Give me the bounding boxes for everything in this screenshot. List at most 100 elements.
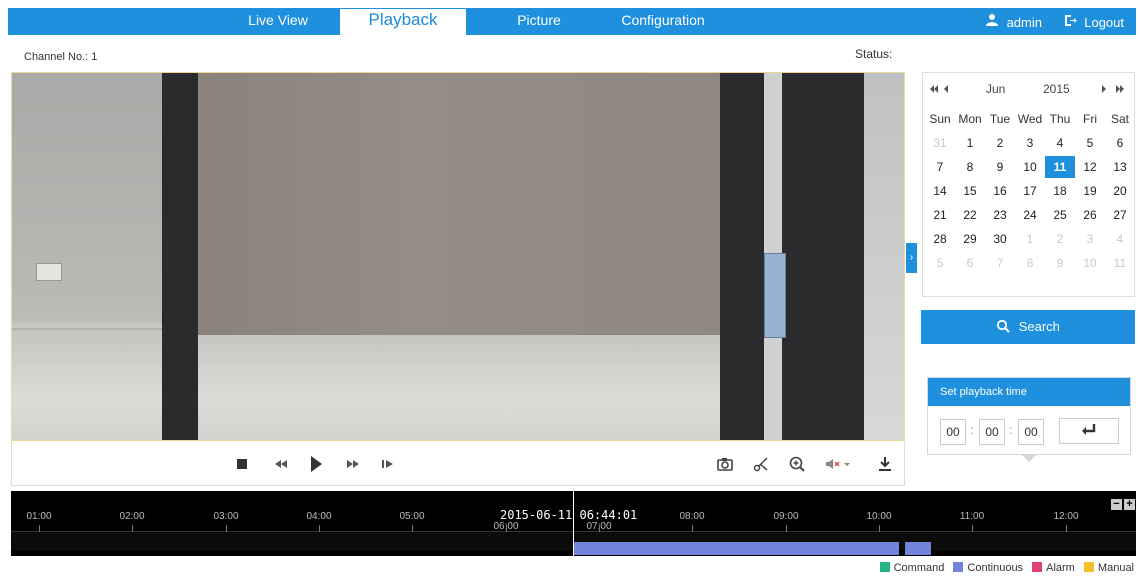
legend-label: Continuous [967, 562, 1024, 574]
calendar-day[interactable]: 5 [1075, 136, 1105, 150]
calendar-day[interactable]: 28 [925, 232, 955, 246]
calendar-day[interactable]: 12 [1075, 160, 1105, 174]
calendar-day[interactable]: 16 [985, 184, 1015, 198]
video-scene-back-wall [202, 73, 732, 343]
timeline-tick [1066, 525, 1067, 532]
rewind-icon[interactable] [272, 454, 290, 480]
calendar-day[interactable]: 20 [1105, 184, 1135, 198]
calendar-day[interactable]: 25 [1045, 208, 1075, 222]
timeline-cursor[interactable] [573, 491, 574, 556]
collapse-panel-toggle[interactable]: › [906, 243, 917, 273]
calendar-day-selected[interactable]: 11 [1045, 156, 1075, 178]
tab-playback[interactable]: Playback [340, 9, 466, 35]
zoom-out-icon[interactable]: − [1111, 499, 1122, 510]
calendar-day[interactable]: 10 [1015, 160, 1045, 174]
continuous-recording-segment[interactable] [905, 542, 931, 555]
calendar-day[interactable]: 3 [1075, 232, 1105, 246]
calendar-year[interactable]: 2015 [1043, 82, 1070, 96]
calendar-day[interactable]: 7 [925, 160, 955, 174]
calendar-day[interactable]: 13 [1105, 160, 1135, 174]
calendar-day[interactable]: 22 [955, 208, 985, 222]
next-month-icon[interactable] [1101, 83, 1107, 97]
playback-timeline[interactable]: 2015-06-11 06:44:01 − + 01:00 02:00 03:0… [11, 491, 1136, 556]
calendar-day[interactable]: 4 [1105, 232, 1135, 246]
calendar-day[interactable]: 9 [985, 160, 1015, 174]
zoom-in-icon[interactable] [788, 454, 806, 480]
next-year-icon[interactable] [1115, 83, 1125, 97]
calendar-day[interactable]: 26 [1075, 208, 1105, 222]
stop-icon[interactable] [236, 454, 248, 480]
calendar-day[interactable]: 8 [955, 160, 985, 174]
calendar-day[interactable]: 11 [1105, 256, 1135, 270]
timeline-tick [972, 525, 973, 532]
fast-forward-icon[interactable] [344, 454, 362, 480]
tab-configuration[interactable]: Configuration [598, 8, 728, 35]
calendar-day[interactable]: 29 [955, 232, 985, 246]
set-playback-time-panel: Set playback time 00 : 00 : 00 [927, 377, 1131, 455]
video-scene-pillar [162, 73, 198, 440]
calendar-day[interactable]: 18 [1045, 184, 1075, 198]
panel-pointer [1021, 454, 1037, 462]
tab-picture[interactable]: Picture [498, 8, 580, 35]
calendar-day[interactable]: 23 [985, 208, 1015, 222]
second-input[interactable]: 00 [1018, 419, 1044, 445]
calendar-day[interactable]: 2 [1045, 232, 1075, 246]
prev-month-icon[interactable] [943, 83, 949, 97]
logout-link[interactable]: Logout [1084, 9, 1124, 36]
calendar: Jun 2015 Sun Mon Tue Wed Thu Fri Sat 31 … [922, 72, 1135, 297]
calendar-week: 7 8 9 10 11 12 13 [925, 155, 1135, 179]
camera-icon[interactable] [716, 454, 734, 480]
tab-live-view[interactable]: Live View [228, 8, 328, 35]
calendar-day[interactable]: 30 [985, 232, 1015, 246]
weekday-label: Fri [1083, 112, 1097, 126]
calendar-day[interactable]: 17 [1015, 184, 1045, 198]
recording-type-legend: Command Continuous Alarm Manual [874, 562, 1134, 574]
hour-input[interactable]: 00 [940, 419, 966, 445]
search-button[interactable]: Search [921, 310, 1135, 344]
zoom-in-timeline-icon[interactable]: + [1124, 499, 1135, 510]
calendar-day[interactable]: 7 [985, 256, 1015, 270]
minute-input[interactable]: 00 [979, 419, 1005, 445]
timeline-tick [599, 525, 600, 532]
timeline-current-time: 2015-06-11 06:44:01 [500, 508, 638, 522]
continuous-recording-segment[interactable] [574, 542, 899, 555]
legend-swatch [1032, 562, 1043, 572]
calendar-day[interactable]: 6 [955, 256, 985, 270]
username[interactable]: admin [1007, 9, 1042, 36]
calendar-day[interactable]: 6 [1105, 136, 1135, 150]
calendar-day[interactable]: 3 [1015, 136, 1045, 150]
enter-icon [1080, 422, 1098, 439]
calendar-week: 21 22 23 24 25 26 27 [925, 203, 1135, 227]
calendar-day[interactable]: 5 [925, 256, 955, 270]
calendar-week: 28 29 30 1 2 3 4 [925, 227, 1135, 251]
calendar-day[interactable]: 10 [1075, 256, 1105, 270]
calendar-day[interactable]: 24 [1015, 208, 1045, 222]
calendar-day[interactable]: 1 [1015, 232, 1045, 246]
calendar-day[interactable]: 1 [955, 136, 985, 150]
download-icon[interactable] [876, 454, 894, 480]
calendar-day[interactable]: 8 [1015, 256, 1045, 270]
audio-mute-icon[interactable] [824, 454, 852, 480]
calendar-day[interactable]: 4 [1045, 136, 1075, 150]
calendar-day[interactable]: 9 [1045, 256, 1075, 270]
calendar-day[interactable]: 15 [955, 184, 985, 198]
calendar-day[interactable]: 21 [925, 208, 955, 222]
video-player[interactable] [11, 72, 905, 441]
calendar-day[interactable]: 27 [1105, 208, 1135, 222]
search-icon [996, 312, 1010, 346]
single-frame-icon[interactable] [380, 454, 396, 480]
scissors-icon[interactable] [752, 454, 770, 480]
timeline-tick-label: 05:00 [399, 511, 425, 522]
timeline-tick-label: 09:00 [773, 511, 799, 522]
calendar-day[interactable]: 14 [925, 184, 955, 198]
prev-year-icon[interactable] [929, 83, 939, 97]
calendar-month[interactable]: Jun [986, 82, 1005, 96]
play-icon[interactable] [308, 454, 324, 480]
go-to-time-button[interactable] [1059, 418, 1119, 444]
user-area: admin Logout [985, 8, 1124, 35]
calendar-day[interactable]: 31 [925, 136, 955, 150]
calendar-day[interactable]: 2 [985, 136, 1015, 150]
timeline-tick [39, 525, 40, 532]
calendar-day[interactable]: 19 [1075, 184, 1105, 198]
time-separator: : [1009, 423, 1013, 437]
